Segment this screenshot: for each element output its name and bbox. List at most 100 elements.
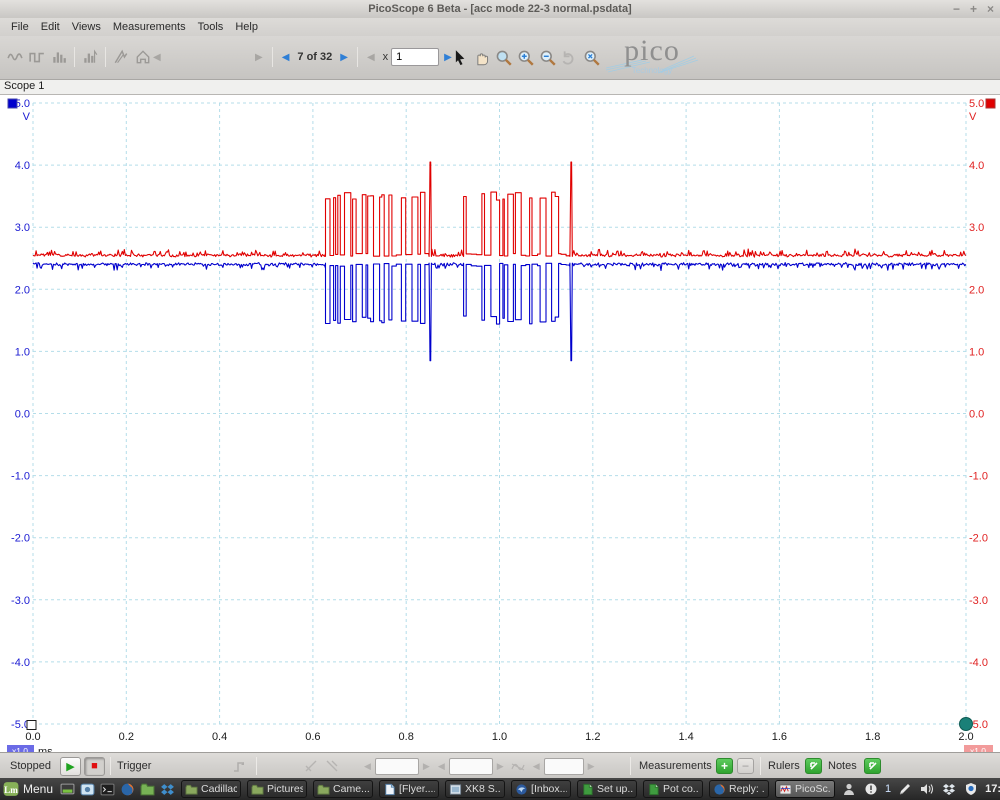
svg-text:Lm: Lm — [4, 785, 18, 795]
waveform-plot-area[interactable]: 5.04.03.02.01.00.0-1.0-2.0-3.0-4.0-5.05.… — [0, 95, 1000, 752]
y-axis-right-tick-label: 4.0 — [969, 160, 984, 172]
pointer-icon[interactable] — [448, 46, 470, 68]
launcher-file-manager-icon[interactable] — [139, 782, 155, 797]
x-axis-tick-label: 1.8 — [865, 731, 880, 743]
launcher-screenshot-tool-icon[interactable] — [79, 782, 95, 797]
menu-edit[interactable]: Edit — [35, 19, 66, 35]
separator — [110, 757, 111, 775]
x-axis-tick-label: 0.6 — [305, 731, 320, 743]
spectrum-icon[interactable] — [48, 46, 70, 68]
launcher-firefox-icon[interactable] — [119, 782, 135, 797]
y-axis-right-tick-label: 0.0 — [969, 409, 984, 421]
notes-button[interactable] — [864, 758, 881, 774]
menu-measurements[interactable]: Measurements — [107, 19, 192, 35]
prev-buffer-icon[interactable]: ◀ — [277, 52, 295, 63]
tray-user-icon[interactable] — [841, 782, 857, 797]
remove-measurement-button[interactable]: − — [737, 758, 754, 774]
plus-icon: + — [720, 759, 728, 773]
launcher-terminal-icon[interactable] — [99, 782, 115, 797]
separator — [74, 47, 75, 67]
zoom-out-icon[interactable] — [536, 46, 558, 68]
ruler-handle[interactable] — [26, 720, 37, 730]
menu-button[interactable]: Lm Menu — [0, 778, 59, 800]
desktop: PicoScope 6 Beta - [acc mode 22-3 normal… — [0, 0, 1000, 800]
system-tray: 1 17:32 — [841, 782, 1000, 797]
zoom-in-icon[interactable] — [514, 46, 536, 68]
maximize-button[interactable]: + — [970, 0, 977, 18]
zoom-full-icon[interactable] — [580, 46, 602, 68]
persistence-icon[interactable] — [110, 46, 132, 68]
taskbar-window-came[interactable]: Came... — [313, 780, 374, 798]
taskbar-window-xk8s[interactable]: XK8 S... — [445, 780, 506, 798]
taskbar-window-inbox[interactable]: [Inbox... — [511, 780, 572, 798]
y-axis-right-tick-label: -1.0 — [969, 471, 988, 483]
tray-volume-icon[interactable] — [919, 782, 935, 797]
taskbar-window-label: XK8 S... — [465, 783, 502, 795]
tab-scope-1[interactable]: Scope 1 — [4, 80, 44, 92]
taskbar-window-setup[interactable]: Set up... — [577, 780, 638, 798]
trigger-channel-next-icon[interactable]: ▶ — [419, 761, 434, 772]
channel-a-indicator-box[interactable] — [7, 98, 18, 109]
launcher-show-desktop-icon[interactable] — [59, 782, 75, 797]
y-axis-left-tick-label: 2.0 — [15, 284, 30, 296]
marker-rise-button[interactable] — [300, 757, 321, 776]
last-buffer-arrow-icon[interactable]: ▶ — [250, 52, 268, 63]
taskbar-window-pictures[interactable]: Pictures — [247, 780, 308, 798]
rulers-legend-button[interactable] — [805, 758, 822, 774]
next-buffer-icon[interactable]: ▶ — [335, 52, 353, 63]
sine-wave-icon[interactable] — [4, 46, 26, 68]
channel-b-indicator-box[interactable] — [985, 98, 996, 109]
launcher-dropbox-app-icon[interactable] — [159, 782, 175, 797]
menu-file[interactable]: File — [5, 19, 35, 35]
minimize-button[interactable]: − — [953, 0, 960, 18]
tray-pen-icon[interactable] — [897, 782, 913, 797]
taskbar-window-cadillac[interactable]: Cadillac — [181, 780, 242, 798]
pre-trigger-button[interactable] — [508, 757, 529, 776]
x-axis-tick-label: 2.0 — [958, 731, 973, 743]
square-wave-icon[interactable] — [26, 46, 48, 68]
trigger-level-up-icon[interactable]: ▶ — [493, 761, 508, 772]
trigger-level-field[interactable] — [448, 757, 493, 775]
zoom-factor-input[interactable] — [391, 48, 440, 66]
toolbar-pointer-icons — [448, 42, 602, 72]
trigger-marker-dot[interactable] — [959, 717, 973, 731]
histogram-icon[interactable] — [79, 46, 101, 68]
tray-clock[interactable]: 17:32 — [985, 783, 1000, 795]
marker-fall-button[interactable] — [321, 757, 342, 776]
tray-shield-icon[interactable] — [963, 782, 979, 797]
pre-trigger-field[interactable] — [543, 757, 584, 775]
firefox-icon — [713, 783, 726, 796]
x-axis-tick-label: 0.0 — [25, 731, 40, 743]
start-capture-button[interactable]: ▶ — [60, 756, 81, 776]
tray-alert-icon[interactable] — [863, 782, 879, 797]
trigger-type-button[interactable] — [228, 757, 249, 776]
add-measurement-button[interactable]: + — [716, 758, 733, 774]
crossed-rise-icon — [305, 760, 316, 772]
crossed-waves-icon — [511, 763, 525, 771]
close-button[interactable]: × — [987, 0, 994, 18]
taskbar-window-picosc[interactable]: PicoSc... — [775, 780, 836, 798]
rising-edge-icon — [233, 762, 244, 772]
trigger-channel-prev-icon[interactable]: ◀ — [360, 761, 375, 772]
pre-trigger-down-icon[interactable]: ◀ — [529, 761, 544, 772]
zoom-down-icon[interactable]: ◀ — [362, 52, 380, 63]
separator — [271, 47, 273, 67]
taskbar-window-potco[interactable]: Pot co... — [643, 780, 704, 798]
toolbar-buffer-last: ▶ ◀ 7 of 32 ▶ ◀ x ▶ — [250, 42, 457, 72]
pre-trigger-up-icon[interactable]: ▶ — [584, 761, 599, 772]
menu-tools[interactable]: Tools — [192, 19, 230, 35]
taskbar-window-flyer[interactable]: [Flyer.... — [379, 780, 440, 798]
zoom-window-icon[interactable] — [492, 46, 514, 68]
trigger-channel-field[interactable] — [374, 757, 419, 775]
y-axis-left-tick-label: -4.0 — [11, 657, 30, 669]
undo-zoom-icon[interactable] — [558, 46, 580, 68]
menu-views[interactable]: Views — [66, 19, 107, 35]
first-buffer-arrow-icon[interactable]: ◀ — [148, 52, 166, 63]
taskbar-window-label: [Inbox... — [531, 783, 568, 795]
taskbar-window-reply[interactable]: Reply: ... — [709, 780, 770, 798]
trigger-level-down-icon[interactable]: ◀ — [434, 761, 449, 772]
stop-capture-button[interactable]: ■ — [84, 756, 105, 776]
menu-help[interactable]: Help — [229, 19, 264, 35]
tray-dropbox-icon[interactable] — [941, 782, 957, 797]
hand-icon[interactable] — [470, 46, 492, 68]
